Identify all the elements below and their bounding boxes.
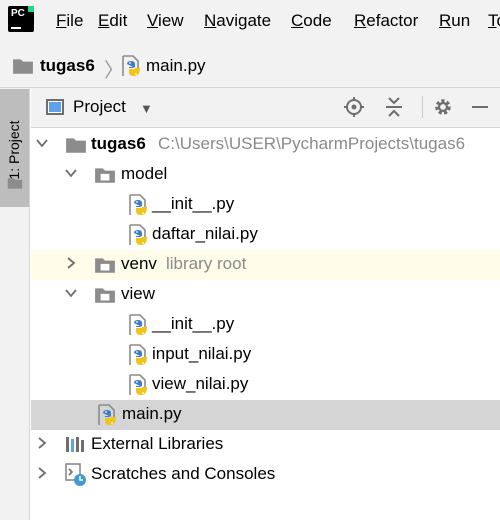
folder-icon: [12, 57, 34, 75]
library-folder-icon: [94, 256, 116, 274]
locate-icon[interactable]: [343, 96, 365, 118]
project-tree: tugas6 C:\Users\USER\PycharmProjects\tug…: [31, 128, 500, 520]
collapse-all-icon[interactable]: [384, 96, 404, 118]
file-name: __init__.py: [152, 194, 235, 213]
menu-run[interactable]: Run: [439, 11, 470, 31]
toolbar-separator: [422, 96, 423, 118]
menu-tools[interactable]: To: [488, 11, 500, 31]
tree-row-file[interactable]: __init__.py: [31, 310, 500, 340]
folder-name: venv: [121, 254, 157, 273]
chevron-right-icon[interactable]: [64, 256, 78, 270]
chevron-down-icon[interactable]: [64, 286, 78, 300]
chevron-right-icon[interactable]: [35, 466, 49, 480]
file-name: daftar_nilai.py: [152, 224, 258, 243]
project-root-path: C:\Users\USER\PycharmProjects\tugas6: [158, 134, 466, 153]
menu-code[interactable]: Code: [291, 11, 332, 31]
library-root-hint: library root: [166, 254, 247, 273]
tree-row-file[interactable]: view_nilai.py: [31, 370, 500, 400]
external-libraries-label: External Libraries: [91, 434, 224, 453]
python-file-icon: [128, 344, 148, 366]
package-folder-icon: [94, 166, 116, 184]
menu-refactor[interactable]: Refactor: [354, 11, 418, 31]
project-root-name: tugas6: [91, 134, 146, 153]
python-file-icon: [128, 314, 148, 336]
folder-icon: [65, 136, 87, 154]
tree-row-view[interactable]: view: [31, 280, 500, 310]
folder-name: view: [121, 284, 156, 303]
python-file-icon: [128, 194, 148, 216]
tree-row-file[interactable]: input_nilai.py: [31, 340, 500, 370]
tree-row-model[interactable]: model: [31, 160, 500, 190]
package-folder-icon: [94, 286, 116, 304]
folder-icon: [7, 176, 23, 190]
python-file-icon: [121, 55, 141, 77]
python-file-icon: [128, 374, 148, 396]
tree-row-external-libraries[interactable]: External Libraries: [31, 430, 500, 460]
file-name: main.py: [122, 404, 182, 423]
tree-row-scratches[interactable]: Scratches and Consoles: [31, 460, 500, 490]
file-name: view_nilai.py: [152, 374, 249, 393]
minimize-icon[interactable]: [470, 96, 490, 118]
tree-row-root[interactable]: tugas6 C:\Users\USER\PycharmProjects\tug…: [31, 130, 500, 160]
folder-name: model: [121, 164, 168, 183]
project-tool-tab-label[interactable]: 1: Project: [6, 120, 22, 179]
menu-edit[interactable]: Edit: [98, 11, 127, 31]
pycharm-logo-icon: PC: [8, 6, 34, 32]
library-icon: [66, 437, 84, 452]
chevron-right-icon[interactable]: [35, 436, 49, 450]
chevron-down-icon[interactable]: [35, 136, 49, 150]
breadcrumb-file[interactable]: main.py: [146, 56, 206, 76]
toolwindow-title[interactable]: Project: [73, 97, 126, 117]
breadcrumb-project[interactable]: tugas6: [40, 56, 95, 76]
menu-file[interactable]: File: [56, 11, 83, 31]
chevron-down-icon[interactable]: [64, 166, 78, 180]
scratches-icon: [65, 463, 86, 486]
python-file-icon: [97, 404, 117, 426]
file-name: __init__.py: [152, 314, 235, 333]
file-name: input_nilai.py: [152, 344, 252, 363]
view-dropdown-icon[interactable]: ▼: [140, 101, 153, 116]
gear-icon[interactable]: [432, 96, 454, 118]
tree-row-venv[interactable]: venv library root: [31, 250, 500, 280]
tree-row-file[interactable]: __init__.py: [31, 190, 500, 220]
menu-view[interactable]: View: [147, 11, 184, 31]
tree-row-file[interactable]: daftar_nilai.py: [31, 220, 500, 250]
scratches-label: Scratches and Consoles: [91, 464, 276, 483]
logo-text: PC: [11, 8, 25, 19]
menu-navigate[interactable]: Navigate: [204, 11, 271, 31]
python-file-icon: [128, 224, 148, 246]
project-view-icon: [46, 99, 64, 115]
tree-row-main-selected[interactable]: main.py: [31, 400, 500, 430]
